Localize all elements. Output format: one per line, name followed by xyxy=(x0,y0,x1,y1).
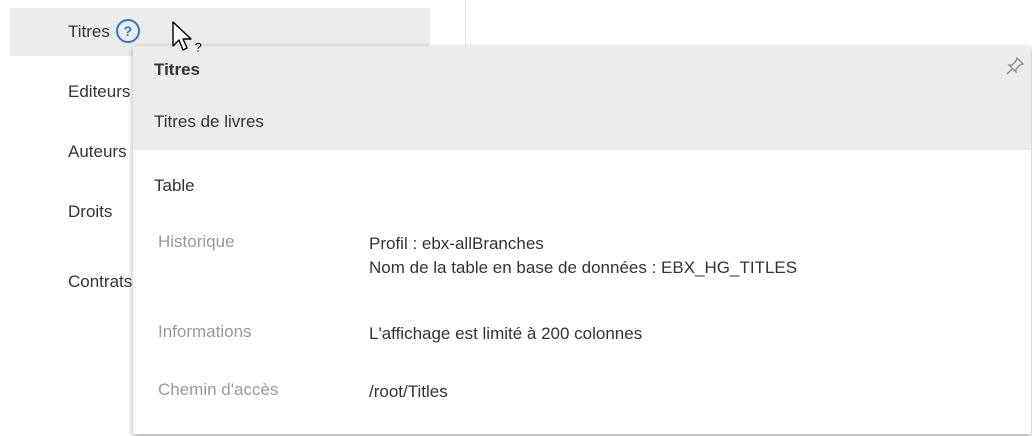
property-label-informations: Informations xyxy=(158,322,252,341)
info-popup: Titres Titres de livres Table Historique… xyxy=(133,46,1031,434)
property-value-chemin: /root/Titles xyxy=(369,380,448,404)
nav-item-label: Auteurs xyxy=(68,142,127,161)
property-value-line: Nom de la table en base de données : EBX… xyxy=(369,258,798,277)
property-value-line: /root/Titles xyxy=(369,382,448,401)
nav-item-label: Contrats xyxy=(68,272,133,291)
popup-type: Table xyxy=(154,176,195,195)
mouse-pointer-help-icon: ? xyxy=(172,21,203,55)
property-label-historique: Historique xyxy=(158,232,235,251)
question-circle-icon[interactable]: ? xyxy=(115,18,140,43)
svg-text:?: ? xyxy=(194,39,203,55)
property-label-chemin: Chemin d'accès xyxy=(158,380,279,399)
nav-item-label: Titres xyxy=(68,22,110,41)
nav-divider xyxy=(465,0,466,48)
property-value-line: Profil : ebx-allBranches xyxy=(369,234,544,253)
property-value-line: L'affichage est limité à 200 colonnes xyxy=(369,324,643,343)
property-value-informations: L'affichage est limité à 200 colonnes xyxy=(369,322,642,346)
nav-item-label: Droits xyxy=(68,202,113,221)
property-value-historique: Profil : ebx-allBranches Nom de la table… xyxy=(369,232,797,280)
pin-icon[interactable] xyxy=(1005,56,1025,76)
nav-item-label: Editeurs xyxy=(68,82,131,101)
popup-header: Titres Titres de livres xyxy=(133,46,1031,150)
popup-description: Titres de livres xyxy=(154,112,264,131)
